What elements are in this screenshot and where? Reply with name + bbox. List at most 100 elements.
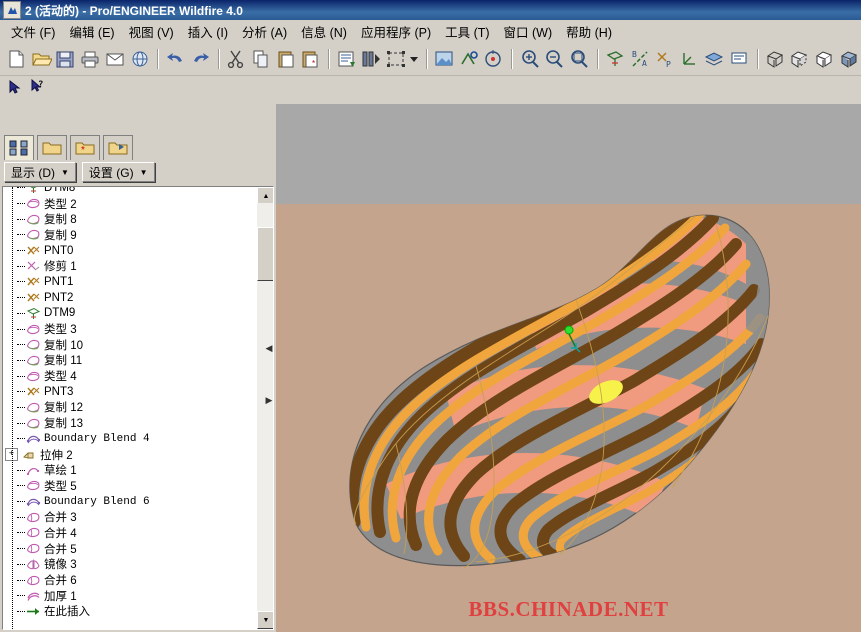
tree-item[interactable]: 合并 3 [3,509,257,525]
striped-surface-model[interactable] [276,104,861,632]
tree-item[interactable]: DTM9 [3,306,257,322]
tree-item[interactable]: 加厚 1 [3,588,257,604]
tab-model-tree[interactable] [4,135,34,160]
paste-icon[interactable] [274,46,298,72]
copy-icon[interactable] [249,46,273,72]
open-file-icon[interactable] [29,46,53,72]
tree-item[interactable]: 类型 3 [3,321,257,337]
tree-item[interactable]: PNT0 [3,243,257,259]
refit-icon[interactable] [567,46,591,72]
tree-branch-line [17,250,25,252]
regenerate-icon[interactable] [335,46,359,72]
orient-mode-icon[interactable] [482,46,506,72]
tab-folder-browser[interactable] [37,135,67,160]
tree-item[interactable]: 在此插入 [3,604,257,620]
zoom-in-icon[interactable] [518,46,542,72]
zoom-out-icon[interactable] [542,46,566,72]
datum-plane-icon[interactable] [603,46,627,72]
tree-item-label: PNT2 [44,291,74,304]
menu-file[interactable]: 文件 (F) [4,20,62,43]
menu-applications[interactable]: 应用程序 (P) [354,20,438,43]
graphics-window[interactable]: BBS.CHINADE.NET [276,104,861,632]
tree-item[interactable]: 合并 5 [3,541,257,557]
splitter-collapse-icon[interactable]: ◀ [264,340,274,356]
tree-item[interactable]: DTM8 [3,187,257,196]
application-window: 2 (活动的) - Pro/ENGINEER Wildfire 4.0 文件 (… [0,0,861,632]
spin-center-icon[interactable] [457,46,481,72]
tree-item-label: Boundary Blend 4 [44,432,150,445]
tree-item[interactable]: 合并 6 [3,572,257,588]
tree-item[interactable]: 草绘 1 [3,462,257,478]
copy-surface-icon [25,401,42,414]
datum-axis-icon[interactable]: A B [628,46,652,72]
coord-sys-icon[interactable] [677,46,701,72]
tree-item[interactable]: 复制 10 [3,337,257,353]
web-link-icon[interactable] [128,46,152,72]
undo-icon[interactable] [164,46,188,72]
tree-item[interactable]: Boundary Blend 6 [3,494,257,510]
cut-icon[interactable] [224,46,248,72]
save-icon[interactable] [53,46,77,72]
tree-item-label: DTM8 [44,187,76,194]
tree-item[interactable]: 类型 5 [3,478,257,494]
tree-item[interactable]: 类型 2 [3,196,257,212]
tree-show-button[interactable]: 显示 (D) ▼ [4,162,76,182]
menu-analysis[interactable]: 分析 (A) [235,20,294,43]
toolbar-separator [754,48,761,70]
menu-view[interactable]: 视图 (V) [122,20,181,43]
model-tree-tab-strip: * [0,130,276,160]
tree-item[interactable]: + 拉伸 2 [3,447,257,463]
tree-branch-line [17,281,25,283]
tree-branch-line [17,485,25,487]
mail-icon[interactable] [103,46,127,72]
wireframe-icon[interactable] [763,46,787,72]
datum-point-icon[interactable]: P [653,46,677,72]
annotation-icon[interactable] [727,46,751,72]
tree-item[interactable]: 类型 4 [3,368,257,384]
menu-tools[interactable]: 工具 (T) [438,20,496,43]
repaint-icon[interactable] [432,46,456,72]
tree-item[interactable]: Boundary Blend 4 [3,431,257,447]
menu-help[interactable]: 帮助 (H) [559,20,619,43]
splitter-expand-icon[interactable]: ▶ [264,392,274,408]
hidden-line-icon[interactable] [788,46,812,72]
tree-item[interactable]: 修剪 1 [3,258,257,274]
tree-item[interactable]: 复制 8 [3,211,257,227]
model-tree-view[interactable]: DTM8 类型 2 复制 8 复制 9 PNT0 修剪 1 PNT1 PNT2 DTM9 类型 3… [2,186,274,630]
tree-settings-button[interactable]: 设置 (G) ▼ [81,162,155,182]
tree-item[interactable]: 复制 9 [3,227,257,243]
panel-splitter[interactable]: ◀ ▶ [264,130,276,632]
select-arrow-icon[interactable] [4,77,26,97]
toolbar-separator [325,48,332,70]
tree-branch-line [17,563,25,566]
no-hidden-icon[interactable] [812,46,836,72]
tree-item[interactable]: 复制 11 [3,353,257,369]
paste-special-icon[interactable]: * [299,46,323,72]
shading-icon[interactable] [837,46,861,72]
select-box-icon[interactable] [384,46,408,72]
redo-icon[interactable] [188,46,212,72]
model-player-icon[interactable] [359,46,383,72]
tab-favorites[interactable]: * [70,135,100,160]
tree-item[interactable]: 合并 4 [3,525,257,541]
new-file-icon[interactable] [4,46,28,72]
tab-connections[interactable] [103,135,133,160]
tree-item[interactable]: PNT1 [3,274,257,290]
tree-item[interactable]: PNT2 [3,290,257,306]
layer-icon[interactable] [702,46,726,72]
menu-edit[interactable]: 编辑 (E) [62,20,121,43]
help-query-icon[interactable]: ? [27,77,49,97]
tree-item[interactable]: 复制 12 [3,400,257,416]
menu-window[interactable]: 窗口 (W) [497,20,560,43]
pro-engineer-app-icon[interactable] [3,1,21,19]
tree-item[interactable]: 镜像 3 [3,557,257,573]
menu-insert[interactable]: 插入 (I) [181,20,235,43]
tree-branch-line [17,218,25,221]
print-icon[interactable] [78,46,102,72]
select-dropdown-icon[interactable] [409,46,420,72]
tree-item[interactable]: PNT3 [3,384,257,400]
menu-info[interactable]: 信息 (N) [294,20,354,43]
tree-item[interactable]: 复制 13 [3,415,257,431]
